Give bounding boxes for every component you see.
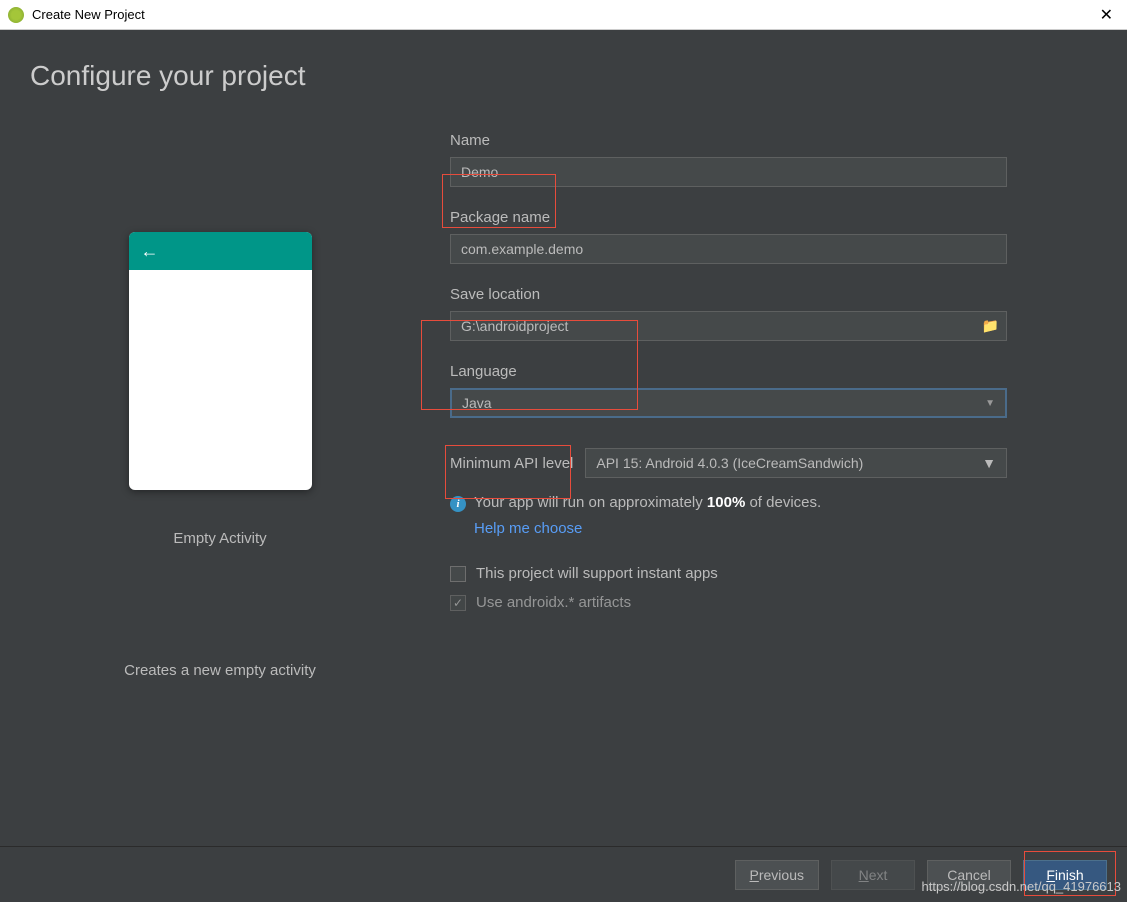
- dialog-footer: Previous Next Cancel Finish: [0, 846, 1127, 902]
- min-api-select[interactable]: API 15: Android 4.0.3 (IceCreamSandwich)…: [585, 448, 1007, 478]
- chevron-down-icon: ▼: [985, 398, 995, 409]
- template-preview: ←: [129, 232, 312, 490]
- next-button: Next: [831, 860, 915, 890]
- save-location-label: Save location: [450, 286, 1007, 303]
- page-title: Configure your project: [30, 60, 1097, 92]
- instant-apps-label: This project will support instant apps: [476, 565, 718, 582]
- close-icon[interactable]: ✕: [1094, 5, 1119, 25]
- preview-appbar: ←: [129, 232, 312, 270]
- package-name-label: Package name: [450, 209, 1007, 226]
- device-coverage-text: Your app will run on approximately 100% …: [474, 494, 821, 511]
- info-icon: i: [450, 496, 466, 512]
- previous-button[interactable]: Previous: [735, 860, 819, 890]
- min-api-label: Minimum API level: [450, 455, 573, 472]
- language-select[interactable]: Java ▼: [450, 388, 1007, 418]
- template-description: Creates a new empty activity: [124, 662, 316, 679]
- language-value: Java: [462, 395, 492, 411]
- androidx-label: Use androidx.* artifacts: [476, 594, 631, 611]
- language-label: Language: [450, 363, 1007, 380]
- name-label: Name: [450, 132, 1007, 149]
- help-me-choose-link[interactable]: Help me choose: [474, 520, 582, 537]
- min-api-value: API 15: Android 4.0.3 (IceCreamSandwich): [596, 455, 863, 471]
- android-studio-icon: [8, 7, 24, 23]
- window-title: Create New Project: [32, 7, 1094, 22]
- folder-icon[interactable]: 📁: [982, 318, 999, 335]
- chevron-down-icon: ▼: [982, 455, 996, 471]
- back-arrow-icon: ←: [141, 241, 159, 262]
- finish-button[interactable]: Finish: [1023, 860, 1107, 890]
- androidx-checkbox: [450, 595, 466, 611]
- cancel-button[interactable]: Cancel: [927, 860, 1011, 890]
- instant-apps-checkbox[interactable]: [450, 566, 466, 582]
- template-name: Empty Activity: [173, 530, 266, 547]
- package-name-input[interactable]: [450, 234, 1007, 264]
- save-location-input[interactable]: [450, 311, 1007, 341]
- name-input[interactable]: [450, 157, 1007, 187]
- titlebar: Create New Project ✕: [0, 0, 1127, 30]
